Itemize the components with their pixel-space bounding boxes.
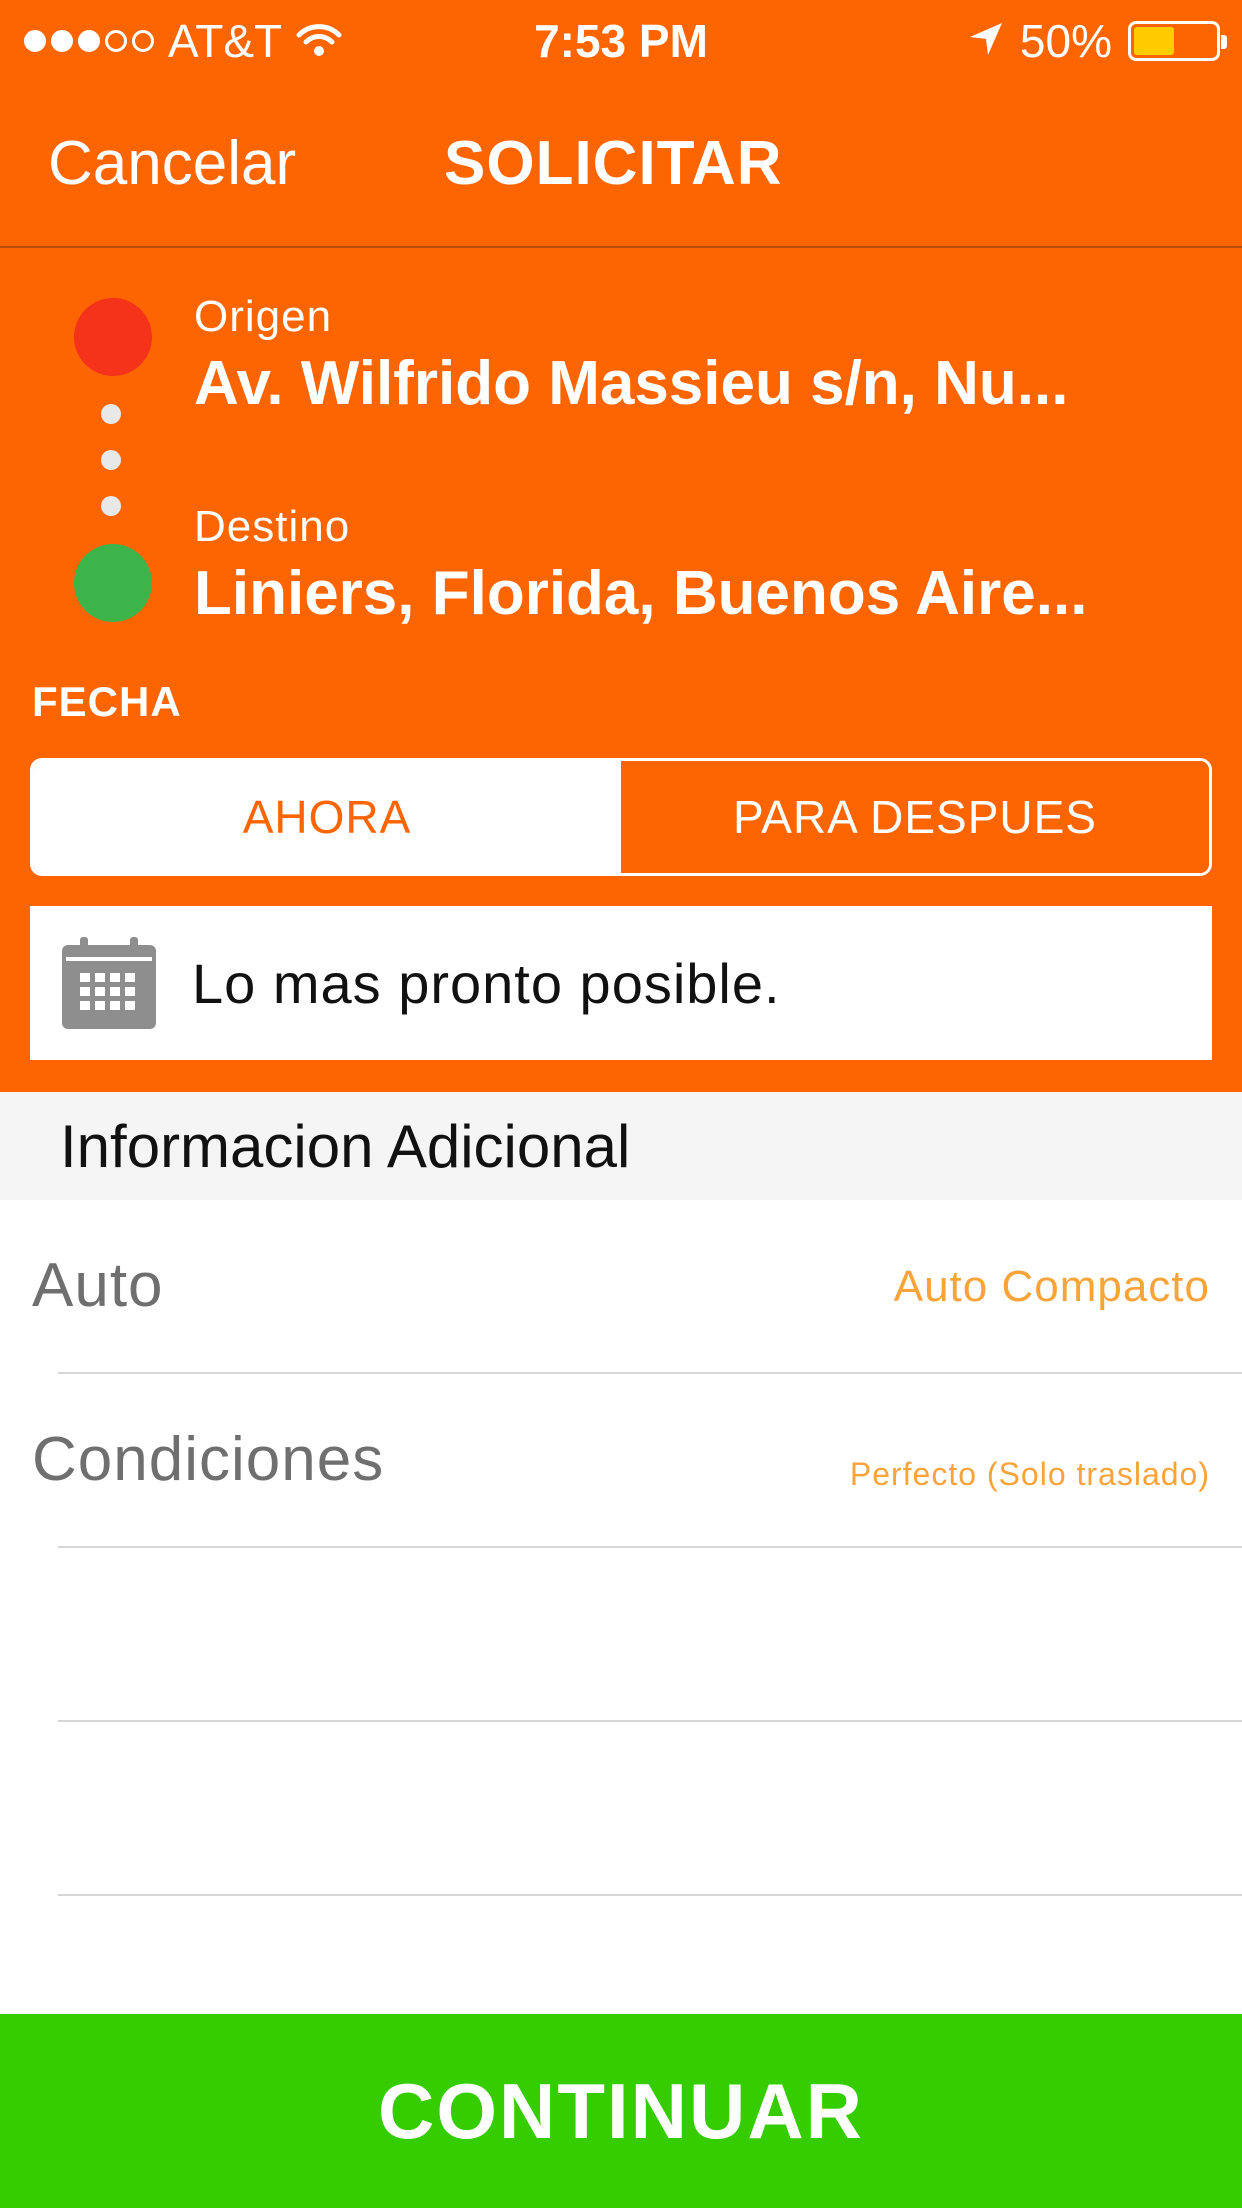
row-auto[interactable]: Auto Auto Compacto xyxy=(0,1200,1242,1374)
row-empty[interactable] xyxy=(0,1722,1242,1896)
row-empty[interactable] xyxy=(0,1548,1242,1722)
route-dot-icon xyxy=(101,496,121,516)
battery-fill xyxy=(1134,27,1174,55)
row-value: Perfecto (Solo traslado) xyxy=(849,1456,1210,1492)
route-dot-icon xyxy=(101,450,121,470)
origin-marker-icon xyxy=(74,298,152,376)
origin-label: Origen xyxy=(194,292,333,341)
additional-info-title: Informacion Adicional xyxy=(60,1113,631,1180)
route-section: Origen Av. Wilfrido Massieu s/n, Nu... D… xyxy=(0,248,1242,1092)
origin-field[interactable]: Av. Wilfrido Massieu s/n, Nu... xyxy=(194,348,1194,419)
date-value: Lo mas pronto posible. xyxy=(192,951,781,1015)
row-label: Auto xyxy=(32,1251,164,1320)
nav-bar: Cancelar SOLICITAR xyxy=(0,78,1242,248)
cancel-button[interactable]: Cancelar xyxy=(48,128,296,199)
divider xyxy=(58,1894,1242,1896)
destination-marker-icon xyxy=(74,544,152,622)
fecha-label: FECHA xyxy=(32,678,182,725)
battery-icon xyxy=(1128,21,1227,61)
row-value: Auto Compacto xyxy=(893,1262,1210,1311)
destination-field[interactable]: Liniers, Florida, Buenos Aire... xyxy=(194,558,1194,629)
location-arrow-icon xyxy=(968,14,1004,68)
page-title: SOLICITAR xyxy=(444,129,783,198)
additional-info-header: Informacion Adicional xyxy=(0,1092,1242,1200)
destination-label: Destino xyxy=(194,502,351,551)
date-picker-field[interactable]: Lo mas pronto posible. xyxy=(30,906,1212,1060)
segment-ahora[interactable]: AHORA xyxy=(33,761,621,873)
date-segmented-control: AHORA PARA DESPUES xyxy=(30,758,1212,876)
row-label: Condiciones xyxy=(32,1425,385,1494)
status-right: 50% xyxy=(968,14,1227,68)
calendar-icon xyxy=(60,935,158,1031)
row-condiciones[interactable]: Condiciones Perfecto (Solo traslado) xyxy=(0,1374,1242,1548)
status-bar: AT&T 7:53 PM 50% xyxy=(0,0,1242,78)
battery-percent: 50% xyxy=(1019,15,1112,67)
segment-para-despues[interactable]: PARA DESPUES xyxy=(621,761,1209,873)
continue-button[interactable]: CONTINUAR xyxy=(0,2014,1242,2208)
route-dot-icon xyxy=(101,404,121,424)
